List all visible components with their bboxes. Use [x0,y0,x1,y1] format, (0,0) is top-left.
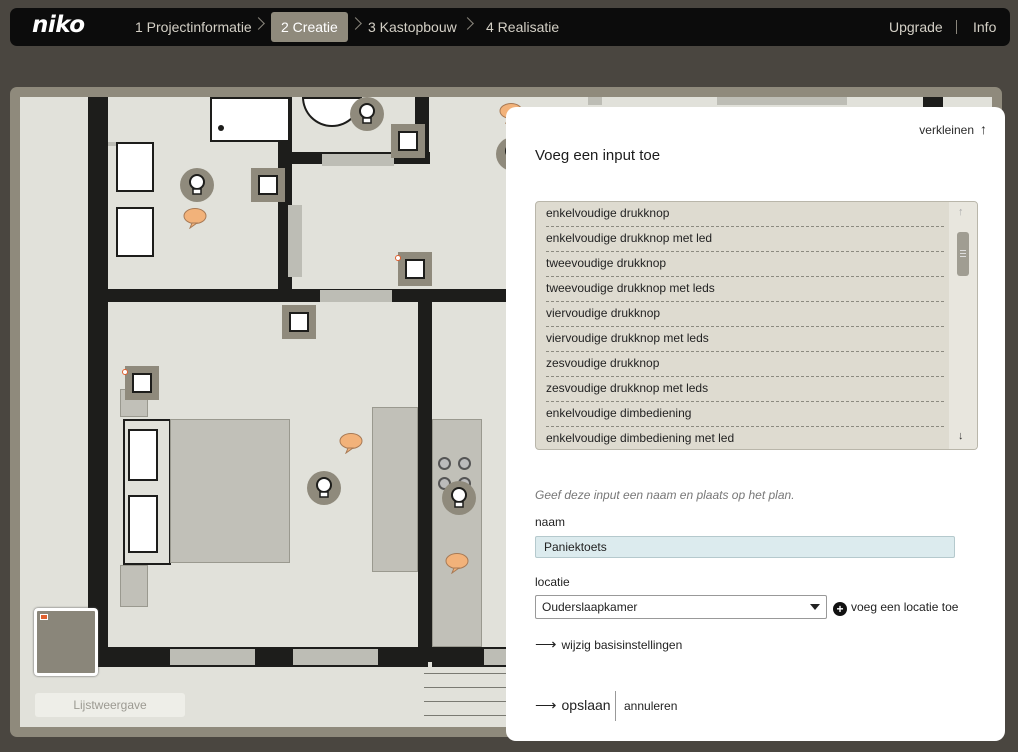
name-label: naam [535,515,566,529]
lightbulb-icon[interactable] [180,168,214,202]
arrow-right-icon: ⟶ [535,636,557,653]
name-input[interactable] [535,536,955,558]
lightbulb-icon[interactable] [307,471,341,505]
switch-device[interactable] [395,252,432,286]
button-divider [615,691,616,721]
bed [170,419,290,563]
window [170,649,255,665]
arrow-up-icon: ↑ [980,121,987,137]
save-label: opslaan [561,697,611,713]
shower-drain [218,125,224,131]
lightbulb-icon[interactable] [350,97,384,131]
chevron-right-icon [349,17,362,30]
scroll-thumb[interactable] [957,232,969,276]
chevron-right-icon [461,17,474,30]
chevron-right-icon [252,17,265,30]
step-realisatie[interactable]: 4 Realisatie [486,12,559,42]
toilet [116,142,154,192]
collapse-link[interactable]: verkleinen ↑ [919,121,987,137]
door-opening [288,205,302,277]
instruction-text: Geef deze input een naam en plaats op he… [535,488,795,502]
pillow [128,429,158,481]
minimap-viewport-marker [40,614,48,620]
window [588,97,602,105]
pillow [128,495,158,553]
list-item[interactable]: enkelvoudige drukknop [546,202,944,227]
scroll-down-arrow-icon[interactable]: ↓ [958,430,964,442]
wardrobe [372,407,418,572]
list-item[interactable]: zesvoudige drukknop met leds [546,377,944,402]
plus-circle-icon: + [833,602,847,616]
switch-device[interactable] [391,124,425,158]
speech-bubble-icon[interactable] [444,552,470,574]
nav-divider [956,20,957,34]
add-input-panel: verkleinen ↑ Voeg een input toe enkelvoud… [506,107,1005,741]
list-item[interactable]: enkelvoudige dimbediening [546,402,944,427]
kitchen-counter [432,419,482,647]
stove-burner [438,457,451,470]
basic-settings-label: wijzig basisinstellingen [561,638,683,652]
niko-logo[interactable]: niko [32,12,85,38]
list-item[interactable]: tweevoudige drukknop met leds [546,277,944,302]
upgrade-link[interactable]: Upgrade [889,12,943,42]
window [717,97,847,105]
list-view-button[interactable]: Lijstweergave [35,693,185,717]
wall [418,302,432,662]
switch-device[interactable] [282,305,316,339]
speech-bubble-icon[interactable] [338,432,364,454]
door-opening [322,154,394,166]
list-item[interactable]: viervoudige drukknop met leds [546,327,944,352]
add-location-button[interactable]: + voeg een locatie toe [833,600,958,616]
speech-bubble-icon[interactable] [182,207,208,229]
list-item[interactable]: enkelvoudige dimbediening met led [546,427,944,449]
window [293,649,378,665]
location-selected-value: Ouderslaapkamer [542,600,638,614]
location-select[interactable]: Ouderslaapkamer [535,595,827,619]
list-item[interactable]: enkelvoudige drukknop met led [546,227,944,252]
top-navigation-bar: niko 1 Projectinformatie 2 Creatie 3 Kas… [10,8,1010,46]
save-button[interactable]: ⟶ opslaan [535,696,611,714]
add-location-label: voeg een locatie toe [851,600,959,614]
list-item[interactable]: zesvoudige drukknop [546,352,944,377]
list-item[interactable]: tweevoudige drukknop [546,252,944,277]
arrow-right-icon: ⟶ [535,697,557,714]
panel-title: Voeg een input toe [535,147,661,164]
door-opening [320,290,392,302]
list-item[interactable]: viervoudige drukknop [546,302,944,327]
scrollbar[interactable]: ↑ ↓ [949,202,977,449]
wall [88,289,528,302]
info-link[interactable]: Info [973,12,996,42]
switch-device[interactable] [122,366,159,400]
stove-burner [458,457,471,470]
wall [88,97,108,667]
location-label: locatie [535,575,570,589]
caret-down-icon [810,604,820,610]
toilet [116,207,154,257]
step-projectinformatie[interactable]: 1 Projectinformatie [135,12,252,42]
input-type-list[interactable]: enkelvoudige drukknop enkelvoudige drukk… [535,201,978,450]
step-kastopbouw[interactable]: 3 Kastopbouw [368,12,457,42]
collapse-label: verkleinen [919,123,974,137]
nightstand [120,565,148,607]
basic-settings-link[interactable]: ⟶ wijzig basisinstellingen [535,635,682,653]
lightbulb-icon[interactable] [442,481,476,515]
switch-device[interactable] [251,168,285,202]
cancel-button[interactable]: annuleren [624,699,677,713]
shower-tray [210,97,290,142]
minimap[interactable] [34,608,98,676]
scroll-up-arrow-icon[interactable]: ↑ [958,206,964,218]
step-creatie[interactable]: 2 Creatie [271,12,348,42]
